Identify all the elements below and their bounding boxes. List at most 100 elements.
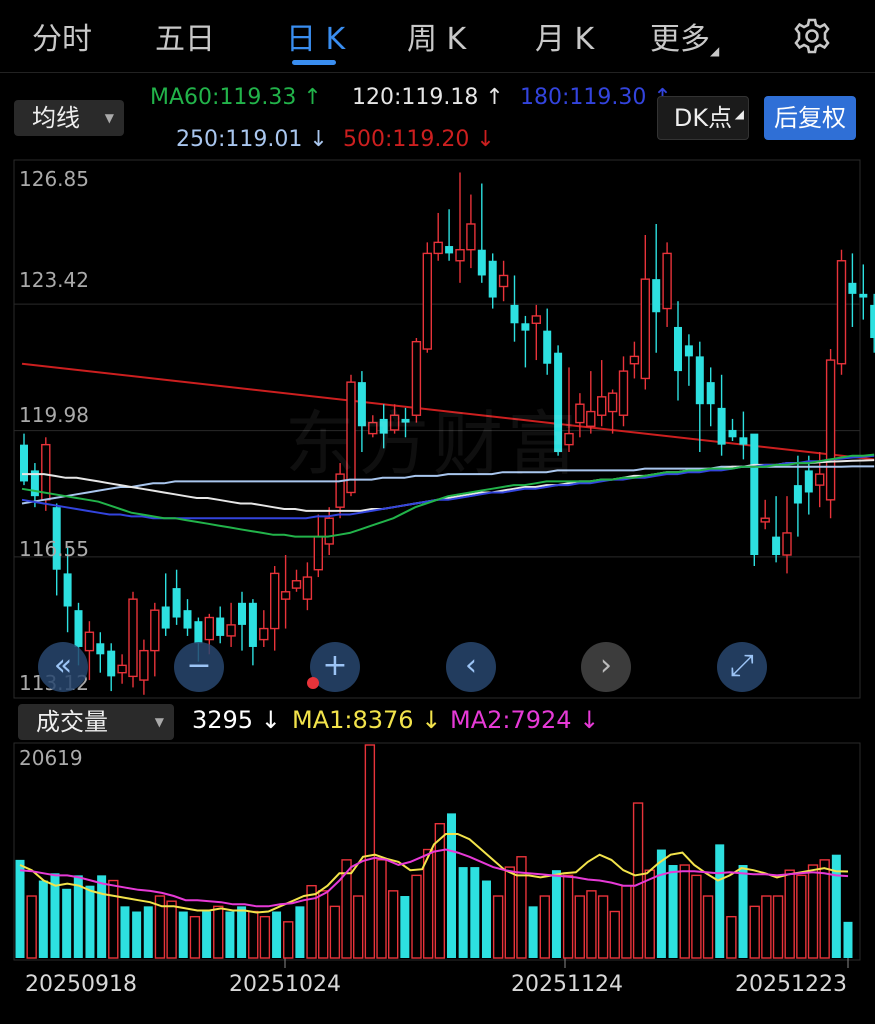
candle-body: [531, 315, 541, 324]
candle: [498, 260, 509, 302]
candle-body: [139, 649, 149, 681]
volume-bar: [807, 864, 819, 959]
candle-body: [488, 260, 497, 298]
next-button[interactable]: ›: [581, 642, 631, 692]
candle: [488, 253, 497, 309]
volume-bar: [283, 921, 294, 959]
price-tick-label: 126.85: [19, 167, 89, 191]
candle-body: [204, 616, 215, 641]
candle-body: [706, 382, 715, 405]
volume-bar: [434, 823, 446, 959]
candle: [825, 349, 836, 519]
candle-body: [760, 517, 770, 523]
candle: [607, 389, 618, 434]
red-dot-indicator: [307, 677, 319, 689]
candle-body: [172, 588, 181, 618]
volume-bar: [715, 844, 725, 958]
scroll-back-button[interactable]: «: [38, 642, 88, 692]
date-tick-label: 20251124: [511, 972, 623, 997]
volume-bar: [621, 884, 632, 959]
candle: [291, 569, 302, 592]
candle: [172, 569, 181, 625]
candle: [870, 293, 875, 353]
volume-bar: [772, 895, 784, 959]
candle: [652, 223, 661, 353]
fullscreen-button[interactable]: ⤢: [717, 642, 767, 692]
candle-body: [117, 664, 127, 674]
candle: [717, 374, 726, 456]
candle: [640, 235, 650, 390]
candle: [782, 496, 792, 574]
candle-body: [313, 535, 323, 571]
volume-bar: [295, 906, 305, 958]
candle-body: [477, 249, 486, 276]
volume-bar: [306, 884, 317, 959]
volume-bar: [796, 874, 807, 959]
volume-bar: [62, 888, 72, 958]
candle-body: [63, 573, 72, 607]
candle-body: [618, 370, 629, 416]
volume-select-label: 成交量: [36, 708, 108, 736]
volume-bar: [422, 848, 434, 959]
candle: [836, 249, 847, 375]
volume-bar: [376, 859, 387, 959]
volume-bar: [225, 911, 235, 958]
volume-bar: [352, 895, 364, 959]
candle: [139, 639, 149, 695]
volume-bar: [470, 867, 480, 958]
candle-body: [128, 598, 138, 678]
volume-ma2: MA2:7924 ↓: [450, 706, 600, 734]
candle-body: [815, 473, 825, 486]
volume-bar: [609, 910, 620, 959]
price-chart[interactable]: [0, 0, 875, 700]
volume-bar: [132, 911, 142, 958]
candle-body: [422, 252, 432, 350]
volume-bar: [702, 895, 714, 959]
volume-bar: [259, 915, 271, 959]
candle-body: [750, 433, 759, 556]
volume-bar: [644, 869, 655, 959]
candle: [280, 555, 291, 629]
volume-bar: [586, 890, 597, 959]
candle-body: [640, 278, 650, 380]
candle: [618, 356, 629, 427]
candle: [477, 183, 486, 283]
candle-body: [782, 532, 792, 556]
volume-bar: [38, 880, 48, 958]
volume-bar: [364, 744, 376, 959]
volume-bar: [516, 856, 527, 959]
volume-max-label: 20619: [19, 746, 83, 770]
candle: [629, 341, 640, 379]
candle-body: [662, 252, 672, 310]
prev-button[interactable]: ‹: [446, 642, 496, 692]
candle-body: [238, 602, 246, 625]
candle-body: [20, 444, 28, 482]
volume-bar: [50, 873, 60, 958]
volume-bar: [528, 906, 538, 958]
candle-body: [772, 536, 781, 556]
zoom-out-button[interactable]: −: [174, 642, 224, 692]
volume-bar: [726, 915, 737, 959]
candle: [107, 643, 116, 692]
watermark: 东方财富: [285, 403, 581, 485]
volume-bar: [656, 849, 666, 958]
candle-body: [629, 355, 640, 365]
chevron-down-icon: ▼: [154, 715, 164, 729]
candle: [531, 304, 541, 361]
candle-body: [455, 249, 465, 262]
volume-bar: [597, 895, 609, 959]
volume-bar: [411, 874, 422, 959]
volume-ma1-line: [19, 833, 849, 914]
volume-bar: [446, 813, 456, 958]
candle: [772, 496, 781, 563]
volume-bar: [189, 915, 201, 959]
candle-body: [302, 576, 313, 600]
volume-bar: [166, 900, 177, 959]
candle-body: [291, 580, 302, 589]
volume-bar: [504, 866, 516, 959]
volume-indicator-select[interactable]: 成交量 ▼: [18, 704, 174, 740]
candle: [706, 367, 715, 427]
candle: [739, 411, 748, 460]
volume-bar: [539, 895, 550, 959]
candle-body: [194, 621, 203, 644]
